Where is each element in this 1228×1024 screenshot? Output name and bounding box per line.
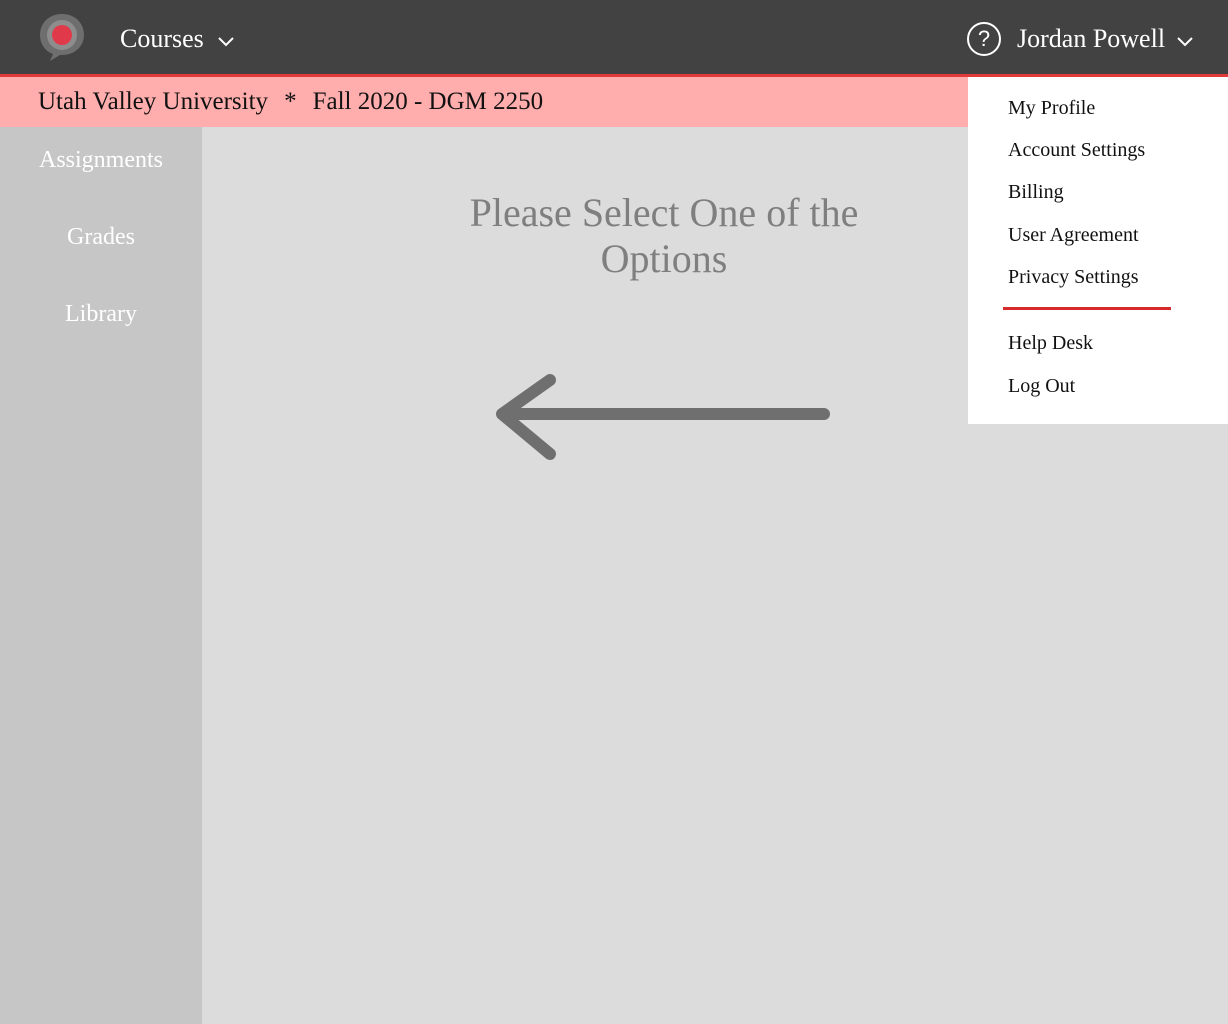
- chevron-down-icon: [1177, 37, 1193, 47]
- chevron-down-icon: [218, 37, 234, 47]
- help-icon[interactable]: ?: [967, 22, 1001, 56]
- sidebar: Assignments Grades Library: [0, 127, 202, 1024]
- user-menu-toggle[interactable]: Jordan Powell: [1017, 20, 1193, 58]
- select-option-prompt: Please Select One of the Options: [430, 190, 898, 282]
- course-name: Fall 2020 - DGM 2250: [312, 88, 544, 115]
- menu-item-privacy-settings[interactable]: Privacy Settings: [1008, 266, 1139, 289]
- speech-bubble-logo-icon[interactable]: [36, 11, 88, 63]
- menu-item-log-out[interactable]: Log Out: [1008, 375, 1075, 398]
- menu-item-my-profile[interactable]: My Profile: [1008, 97, 1095, 120]
- menu-item-billing[interactable]: Billing: [1008, 181, 1064, 204]
- menu-item-help-desk[interactable]: Help Desk: [1008, 332, 1093, 355]
- menu-item-account-settings[interactable]: Account Settings: [1008, 139, 1145, 162]
- breadcrumb-separator: *: [284, 88, 297, 115]
- university-name: Utah Valley University: [38, 88, 269, 115]
- courses-label: Courses: [120, 24, 204, 53]
- top-navigation-bar: Courses ? Jordan Powell: [0, 0, 1228, 77]
- sidebar-item-grades[interactable]: Grades: [0, 224, 202, 251]
- sidebar-item-library[interactable]: Library: [0, 301, 202, 328]
- user-name: Jordan Powell: [1017, 24, 1166, 53]
- courses-dropdown[interactable]: Courses: [120, 20, 234, 58]
- sidebar-item-assignments[interactable]: Assignments: [0, 147, 202, 174]
- menu-divider: [1003, 307, 1171, 310]
- prompt-line-1: Please Select One of the: [469, 190, 859, 235]
- prompt-line-2: Options: [600, 236, 728, 281]
- menu-item-user-agreement[interactable]: User Agreement: [1008, 224, 1139, 247]
- user-dropdown-menu: My Profile Account Settings Billing User…: [968, 77, 1228, 424]
- arrow-left-icon: [496, 374, 830, 460]
